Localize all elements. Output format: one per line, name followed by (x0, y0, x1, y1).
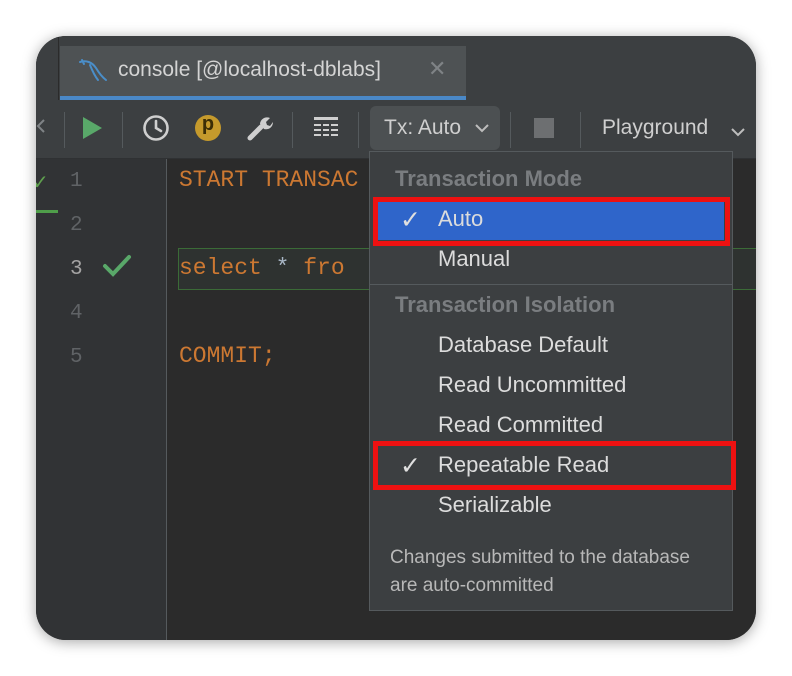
menu-item-manual[interactable]: Manual (378, 240, 724, 280)
statement-success-check-icon (103, 255, 131, 277)
stop-icon[interactable] (534, 118, 554, 138)
editor-tab-bar: console [@localhost-dblabs] ✕ (36, 36, 756, 100)
pin-letter: p (201, 113, 215, 135)
menu-item-serializable[interactable]: Serializable (378, 486, 724, 526)
output-table-icon (314, 117, 338, 137)
toolbar-separator (580, 112, 581, 148)
line-number: 5 (70, 346, 83, 369)
toolbar-left-chevron-icon[interactable] (36, 116, 48, 136)
line-number: 4 (70, 302, 83, 325)
annotation-highlight-auto (373, 197, 730, 246)
pin-parameters-button[interactable]: p (190, 110, 226, 146)
menu-section-title: Transaction Isolation (395, 292, 616, 317)
left-tool-strip (36, 159, 58, 640)
session-mode-dropdown[interactable]: Playground (602, 116, 708, 140)
tx-mode-label: Tx: Auto (384, 116, 462, 139)
history-button[interactable] (138, 110, 174, 146)
history-icon (143, 115, 169, 141)
tab-console[interactable]: console [@localhost-dblabs] ✕ (60, 46, 466, 100)
toolbar-separator (510, 112, 511, 148)
run-icon (83, 117, 102, 139)
toolbar-separator (292, 112, 293, 148)
menu-divider (370, 284, 732, 285)
line-number: 2 (70, 214, 83, 237)
menu-item-label: Read Uncommitted (438, 372, 627, 397)
sql-keyword: fro (303, 255, 345, 281)
menu-item-read-uncommitted[interactable]: Read Uncommitted (378, 366, 724, 406)
settings-button[interactable] (242, 110, 278, 146)
annotation-highlight-repeatable-read (373, 441, 736, 490)
toolbar-separator (64, 112, 65, 148)
chevron-down-icon (475, 124, 489, 133)
chevron-down-icon[interactable] (730, 124, 746, 140)
menu-item-label: Database Default (438, 332, 608, 357)
transaction-mode-button[interactable]: Tx: Auto (370, 106, 500, 150)
output-table-button[interactable] (308, 110, 344, 146)
code-line-3[interactable]: select * fro (179, 255, 345, 281)
run-button[interactable] (74, 110, 110, 146)
sql-keyword: select (179, 255, 262, 281)
tab-close-icon[interactable]: ✕ (428, 56, 446, 82)
menu-item-database-default[interactable]: Database Default (378, 326, 724, 366)
executed-check-icon: ✓ (36, 172, 49, 194)
ide-window: console [@localhost-dblabs] ✕ p Tx: Auto… (36, 36, 756, 640)
code-line-5[interactable]: COMMIT; (179, 343, 276, 369)
change-marker (36, 210, 58, 213)
settings-wrench-icon (247, 117, 274, 141)
toolbar-separator (122, 112, 123, 148)
tab-bar-left-edge (36, 36, 59, 100)
sql-operator: * (261, 255, 304, 281)
mysql-dolphin-icon (79, 59, 107, 81)
line-number: 1 (70, 170, 83, 193)
menu-item-label: Manual (438, 246, 511, 271)
code-line-1[interactable]: START TRANSAC (179, 167, 358, 193)
line-number-active: 3 (70, 258, 83, 281)
menu-section-title: Transaction Mode (395, 166, 583, 191)
menu-item-read-committed[interactable]: Read Committed (378, 406, 724, 446)
tab-label: console [@localhost-dblabs] (118, 58, 381, 81)
menu-hint-text: Changes submitted to the database are au… (390, 547, 690, 596)
toolbar-separator (358, 112, 359, 148)
menu-item-label: Read Committed (438, 412, 604, 437)
menu-item-label: Serializable (438, 492, 552, 517)
